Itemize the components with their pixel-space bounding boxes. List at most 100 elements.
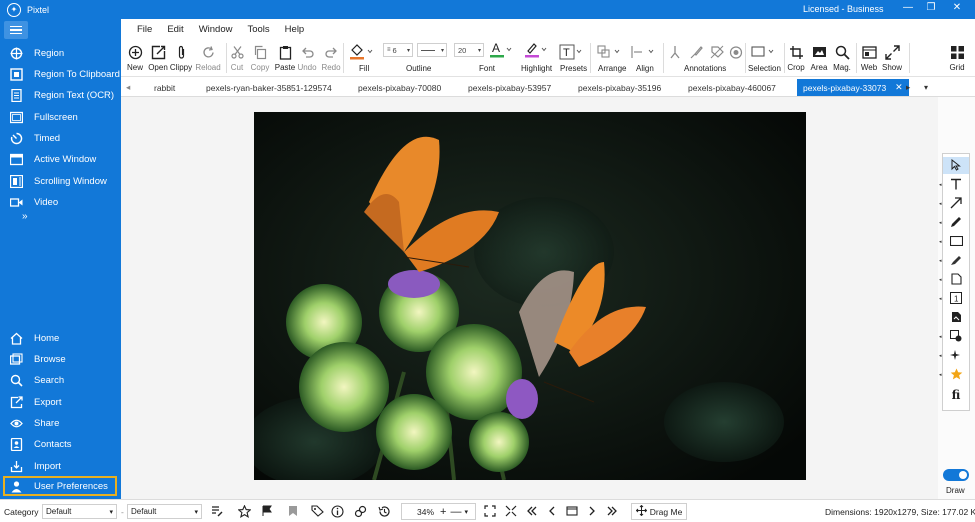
text-tool[interactable]: ◂ [939,176,969,193]
fill-button[interactable] [347,42,375,62]
close-button[interactable]: ✕ [947,2,967,16]
sidebar-item-region-text-ocr[interactable]: Region Text (OCR) [0,85,121,105]
sidebar-item-timed[interactable]: Timed [0,128,121,148]
highlight-button[interactable] [522,40,550,60]
outline-width-select[interactable]: ≡ 6 ▾ [383,43,413,57]
outline-style-select[interactable]: ▾ [417,43,447,57]
sidebar-item-export[interactable]: Export [0,392,121,412]
open-button[interactable]: Open [146,42,170,72]
arrange-button[interactable] [594,42,624,62]
magic-tool[interactable]: ◂ [939,347,969,364]
zoom-level[interactable]: 34% [417,507,434,517]
window-view-icon[interactable] [565,504,579,518]
next-image-icon[interactable] [585,504,599,518]
pen-tool[interactable]: ◂ [939,214,969,231]
actual-size-icon[interactable] [504,504,518,518]
info-icon[interactable] [330,504,344,518]
font-color-button[interactable]: A [487,40,515,60]
magnifier-button[interactable]: Mag. [832,42,852,72]
annotation-brush-button[interactable] [687,42,705,62]
zoom-dropdown-icon[interactable]: ▾ [464,508,468,516]
link-icon[interactable] [353,504,367,518]
paste-button[interactable]: Paste [274,42,296,72]
favorite-star-icon[interactable] [237,504,251,518]
blur-tool[interactable]: ◂ [939,328,969,345]
pointer-tool[interactable] [943,157,969,174]
sidebar-item-contacts[interactable]: Contacts [0,434,121,454]
annotation-pin-button[interactable] [666,42,684,62]
align-button[interactable] [628,42,658,62]
menu-tools[interactable]: Tools [247,24,269,35]
second-category-select[interactable]: Default ▾ [127,504,202,519]
tabs-dropdown-icon[interactable]: ▾ [924,79,928,96]
annotation-record-button[interactable] [727,42,745,62]
sidebar-item-region[interactable]: Region [0,43,121,63]
zoom-out-icon[interactable]: — [450,506,461,518]
annotation-tag-button[interactable] [708,42,726,62]
font-size-select[interactable]: 20 ▾ [454,43,484,57]
previous-image-icon[interactable] [545,504,559,518]
new-button[interactable]: New [124,42,146,72]
highlighter-tool[interactable]: ◂ [939,252,969,269]
sidebar-item-user-preferences[interactable]: User Preferences [3,476,117,496]
image-canvas[interactable] [121,97,938,499]
special-char-tool[interactable]: fi [943,386,969,403]
crop-button[interactable]: Crop [786,42,806,72]
area-button[interactable]: Area [809,42,829,72]
show-button[interactable]: Show [881,42,903,72]
tab-pixabay-460067[interactable]: pexels-pixabay-460067 [688,79,776,96]
star-tool[interactable]: ◂ [939,366,969,383]
sidebar-item-search[interactable]: Search [0,370,121,390]
stamp-tool[interactable] [943,309,969,326]
web-button[interactable]: Web [859,42,879,72]
close-tab-icon[interactable]: ✕ [895,82,903,93]
reload-button[interactable]: Reload [194,42,222,72]
sidebar-more-chevron-icon[interactable]: » [22,211,28,222]
tab-pixabay-35196[interactable]: pexels-pixabay-35196 [578,79,661,96]
presets-button[interactable]: T [557,42,585,62]
sidebar-item-share[interactable]: Share [0,413,121,433]
tab-ryan-baker[interactable]: pexels-ryan-baker-35851-129574 [206,79,332,96]
menu-help[interactable]: Help [285,24,305,35]
tab-pixabay-70080[interactable]: pexels-pixabay-70080 [358,79,441,96]
tabs-scroll-left-icon[interactable]: ◂ [126,79,130,96]
flag-icon[interactable] [260,504,274,518]
selection-button[interactable] [748,42,780,62]
cut-button[interactable]: Cut [228,42,246,72]
last-image-icon[interactable] [605,504,619,518]
restore-button[interactable]: ❐ [921,2,941,16]
menu-file[interactable]: File [137,24,152,35]
tab-rabbit[interactable]: rabbit [154,79,175,96]
sidebar-item-active-window[interactable]: Active Window [0,149,121,169]
tabs-scroll-right-icon[interactable]: ▸ [906,79,910,96]
sidebar-item-home[interactable]: Home [0,328,121,348]
history-icon[interactable] [377,504,391,518]
copy-button[interactable]: Copy [250,42,270,72]
drag-me-button[interactable]: Drag Me [631,503,687,520]
sidebar-item-fullscreen[interactable]: Fullscreen [0,107,121,127]
arrow-tool[interactable]: ◂ [939,195,969,212]
sidebar-item-browse[interactable]: Browse [0,349,121,369]
first-image-icon[interactable] [525,504,539,518]
tab-pixabay-53957[interactable]: pexels-pixabay-53957 [468,79,551,96]
note-tool[interactable]: ◂ [939,271,969,288]
redo-button[interactable]: Redo [320,42,342,72]
hamburger-menu-icon[interactable] [4,21,28,39]
minimize-button[interactable]: — [898,2,918,16]
edit-list-icon[interactable] [210,504,224,518]
sidebar-item-region-to-clipboard[interactable]: Region To Clipboard [0,64,121,84]
zoom-in-icon[interactable]: + [440,506,446,518]
sidebar-item-import[interactable]: Import [0,456,121,476]
draw-toggle[interactable] [943,469,969,481]
grid-button[interactable]: Grid [947,42,967,72]
category-select[interactable]: Default ▾ [42,504,117,519]
menu-window[interactable]: Window [199,24,233,35]
sidebar-item-scrolling-window[interactable]: Scrolling Window [0,171,121,191]
menu-edit[interactable]: Edit [167,24,183,35]
tab-pixabay-33073[interactable]: pexels-pixabay-33073 ✕ [797,79,909,96]
fit-screen-icon[interactable] [483,504,497,518]
sidebar-item-video[interactable]: Video [0,192,121,212]
clippy-button[interactable]: Clippy [169,42,193,72]
undo-button[interactable]: Undo [297,42,317,72]
bookmark-icon[interactable] [286,504,300,518]
